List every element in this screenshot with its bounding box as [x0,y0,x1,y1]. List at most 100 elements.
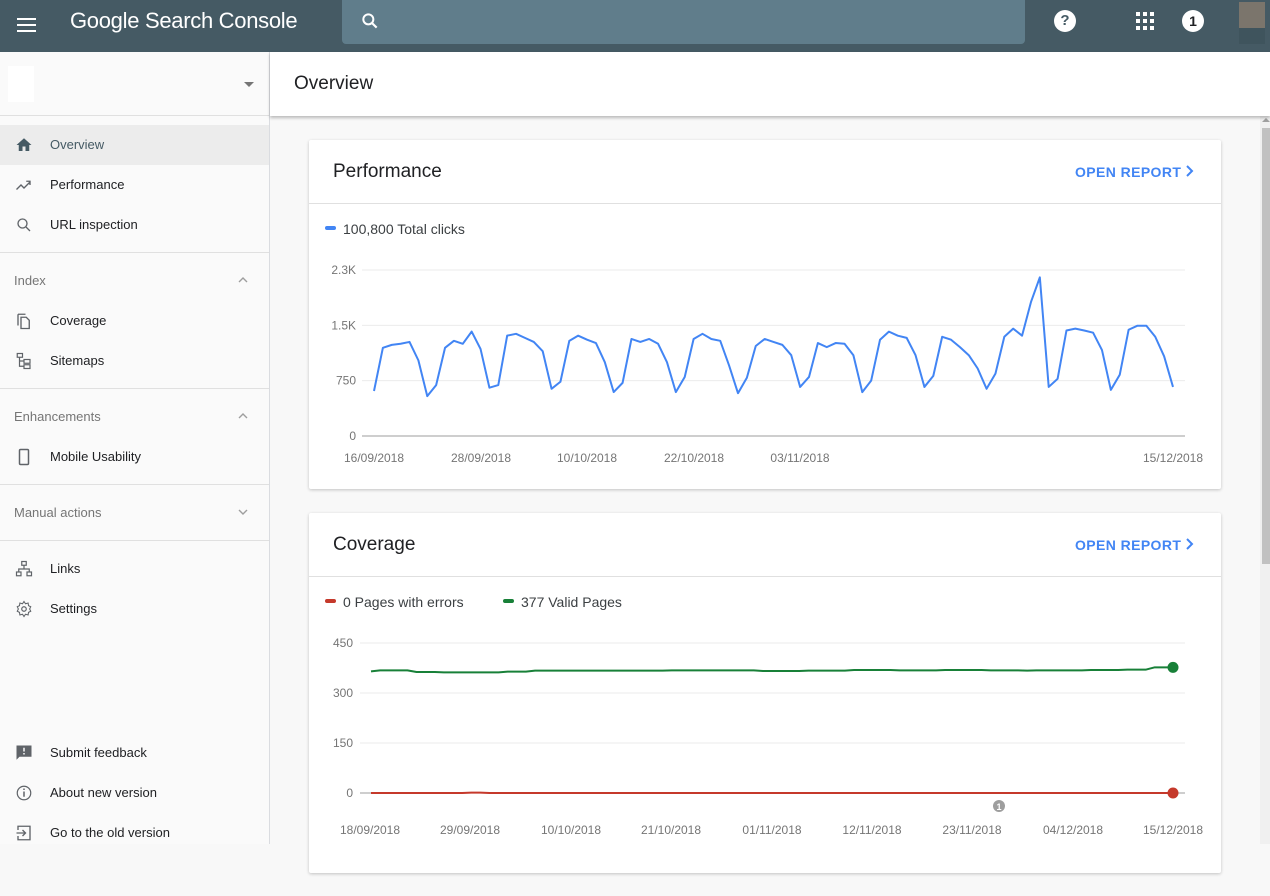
apps-grid-icon[interactable] [1136,12,1154,30]
coverage-chart: 015030045018/09/201829/09/201810/10/2018… [309,513,1221,896]
sidebar-item-url-inspection[interactable]: URL inspection [0,205,269,245]
search-icon [15,216,33,234]
product-logo[interactable]: Google Search Console [70,8,297,34]
feedback-icon [15,744,33,762]
x-tick-label: 12/11/2018 [842,823,901,837]
account-avatar[interactable] [1239,2,1265,44]
performance-chart: 0 750 1.5K 2.3K 16/09/2018 28/09/2018 10/10/20… [309,140,1221,489]
main-content: Overview Performance OPEN REPORT 100,800… [270,52,1270,844]
x-tick-label: 15/12/2018 [1143,823,1203,837]
section-header-manual-actions[interactable]: Manual actions [0,492,269,532]
sidebar-item-mobile-usability[interactable]: Mobile Usability [0,437,269,477]
sidebar-item-submit-feedback[interactable]: Submit feedback [0,733,269,773]
sidebar-item-settings[interactable]: Settings [0,589,269,629]
sidebar-divider [0,252,269,253]
x-tick-label: 01/11/2018 [742,823,801,837]
section-label: Index [14,273,46,288]
search-icon[interactable] [360,11,380,31]
x-tick-label: 15/12/2018 [1143,451,1203,465]
x-tick-label: 23/11/2018 [942,823,1001,837]
search-bar[interactable] [342,0,1025,44]
sidebar: Overview Performance URL inspection Inde… [0,52,270,844]
scroll-up-arrow[interactable] [1262,118,1270,122]
x-tick-label: 22/10/2018 [664,451,724,465]
coverage-icon [15,312,33,330]
x-tick-label: 28/09/2018 [451,451,511,465]
home-icon [15,136,33,154]
x-tick-label: 18/09/2018 [340,823,400,837]
sidebar-item-label: Go to the old version [50,825,170,840]
sidebar-item-old-version[interactable]: Go to the old version [0,813,269,853]
series-line [371,667,1173,672]
y-tick-label: 0 [349,429,356,443]
y-tick-label: 0 [346,786,353,800]
sidebar-item-label: URL inspection [50,217,138,232]
scrollbar[interactable] [1260,116,1270,844]
sidebar-item-label: Performance [50,177,124,192]
series-line [374,277,1173,396]
x-tick-label: 10/10/2018 [557,451,617,465]
property-selector[interactable] [0,52,269,116]
sidebar-divider [0,484,269,485]
trending-up-icon [15,176,33,194]
sidebar-item-label: Overview [50,137,104,152]
sidebar-item-label: Submit feedback [50,745,147,760]
y-tick-label: 2.3K [331,263,356,277]
scrollbar-thumb[interactable] [1262,128,1270,564]
menu-icon-bar [17,24,36,26]
section-label: Manual actions [14,505,101,520]
sidebar-item-label: Coverage [50,313,106,328]
sidebar-item-sitemaps[interactable]: Sitemaps [0,341,269,381]
info-icon [15,784,33,802]
section-header-enhancements[interactable]: Enhancements [0,396,269,436]
x-tick-label: 29/09/2018 [440,823,500,837]
annotation-label: 1 [996,802,1001,812]
sidebar-item-label: Settings [50,601,97,616]
page-header: Overview [270,52,1270,116]
y-tick-label: 450 [333,636,353,650]
series-end-marker [1168,662,1179,673]
performance-card: Performance OPEN REPORT 100,800 Total cl… [309,140,1221,489]
sidebar-item-coverage[interactable]: Coverage [0,301,269,341]
y-tick-label: 750 [336,374,356,388]
chevron-down-icon [237,506,249,518]
search-input[interactable] [392,8,1012,36]
section-label: Enhancements [14,409,101,424]
y-tick-label: 300 [333,686,353,700]
sidebar-item-label: About new version [50,785,157,800]
x-tick-label: 03/11/2018 [770,451,829,465]
sidebar-divider [0,540,269,541]
sidebar-item-links[interactable]: Links [0,549,269,589]
annotation-marker: 1 [993,800,1005,812]
sidebar-item-label: Mobile Usability [50,449,141,464]
sidebar-item-about-new-version[interactable]: About new version [0,773,269,813]
settings-icon [15,600,33,618]
help-icon[interactable]: ? [1054,10,1076,32]
menu-icon-bar [17,30,36,32]
sidebar-item-label: Links [50,561,80,576]
coverage-card: Coverage OPEN REPORT 0 Pages with errors… [309,513,1221,873]
sitemap-icon [15,352,33,370]
x-tick-label: 21/10/2018 [641,823,701,837]
page-title: Overview [294,73,373,95]
sidebar-item-label: Sitemaps [50,353,104,368]
y-tick-label: 1.5K [331,318,356,332]
chevron-up-icon [237,410,249,422]
x-tick-label: 16/09/2018 [344,451,404,465]
mobile-icon [15,448,33,466]
logo-google: Google [70,8,139,33]
x-tick-label: 10/10/2018 [541,823,601,837]
sidebar-item-performance[interactable]: Performance [0,165,269,205]
links-icon [15,560,33,578]
sidebar-divider [0,388,269,389]
notification-badge-icon[interactable]: 1 [1182,10,1204,32]
section-header-index[interactable]: Index [0,260,269,300]
sidebar-item-overview[interactable]: Overview [0,125,269,165]
x-tick-label: 04/12/2018 [1043,823,1103,837]
exit-to-app-icon [15,824,33,842]
top-app-bar: Google Search Console ? 1 [0,0,1270,52]
menu-icon-bar [17,18,36,20]
dropdown-caret-icon [244,82,254,87]
series-end-marker [1168,788,1179,799]
menu-button[interactable] [14,12,40,38]
